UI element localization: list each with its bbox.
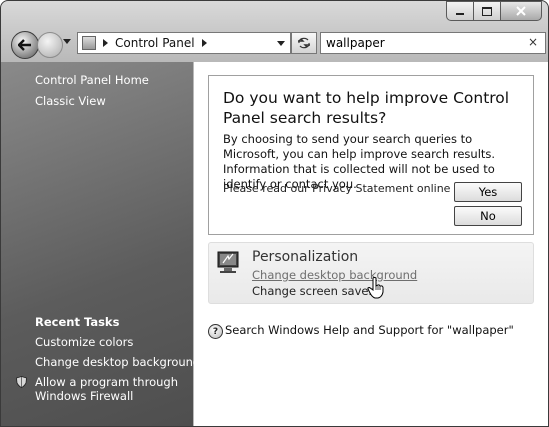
refresh-icon <box>298 37 310 49</box>
address-history-dropdown[interactable] <box>277 41 285 46</box>
close-icon <box>516 6 526 16</box>
search-box[interactable]: × <box>320 32 546 54</box>
refresh-button[interactable] <box>291 32 317 54</box>
result-title[interactable]: Personalization <box>252 249 358 265</box>
maximize-button[interactable] <box>473 1 501 21</box>
content-area: Do you want to help improve Control Pane… <box>194 62 548 426</box>
maximize-icon <box>482 6 492 16</box>
task-pane: Control Panel Home Classic View Recent T… <box>1 62 200 426</box>
recent-task-firewall-line2[interactable]: Windows Firewall <box>35 389 133 403</box>
dialog-title: Do you want to help improve Control Pane… <box>223 89 510 127</box>
search-input[interactable] <box>326 36 516 50</box>
help-icon: ? <box>208 324 223 339</box>
breadcrumb-control-panel[interactable]: Control Panel <box>115 36 195 50</box>
close-button[interactable] <box>500 1 542 21</box>
recent-task-customize-colors[interactable]: Customize colors <box>35 335 133 349</box>
yes-button[interactable]: Yes <box>454 182 522 202</box>
minimize-icon <box>456 13 464 15</box>
recent-task-change-desktop-background[interactable]: Change desktop background <box>35 355 200 369</box>
search-result-personalization: Personalization Change desktop backgroun… <box>208 242 534 304</box>
control-panel-icon <box>82 36 96 50</box>
caption-buttons <box>446 1 542 21</box>
control-panel-window: Control Panel × Control Panel Home Class… <box>0 0 549 427</box>
clear-search-icon[interactable]: × <box>528 35 538 49</box>
hand-cursor-icon <box>367 277 384 299</box>
no-button[interactable]: No <box>454 206 522 226</box>
forward-button[interactable] <box>37 32 63 58</box>
privacy-statement-link[interactable]: Please read our Privacy Statement online <box>223 182 450 195</box>
classic-view-link[interactable]: Classic View <box>35 94 106 108</box>
change-screen-saver-link[interactable]: Change screen saver <box>252 284 373 298</box>
feedback-dialog: Do you want to help improve Control Pane… <box>208 75 534 235</box>
back-arrow-icon <box>18 39 31 51</box>
personalization-icon <box>217 251 239 273</box>
recent-tasks-heading: Recent Tasks <box>35 315 120 329</box>
minimize-button[interactable] <box>446 1 474 21</box>
shield-icon <box>16 376 27 388</box>
address-bar[interactable]: Control Panel <box>77 32 291 54</box>
back-button[interactable] <box>11 31 39 59</box>
recent-pages-dropdown[interactable] <box>63 39 71 44</box>
control-panel-home-link[interactable]: Control Panel Home <box>35 73 149 87</box>
breadcrumb-separator-icon[interactable] <box>103 39 108 47</box>
change-desktop-background-link[interactable]: Change desktop background <box>252 268 417 282</box>
breadcrumb-separator-icon[interactable] <box>201 39 207 47</box>
search-help-link[interactable]: Search Windows Help and Support for "wal… <box>225 323 514 337</box>
recent-task-firewall-line1[interactable]: Allow a program through <box>35 375 178 389</box>
